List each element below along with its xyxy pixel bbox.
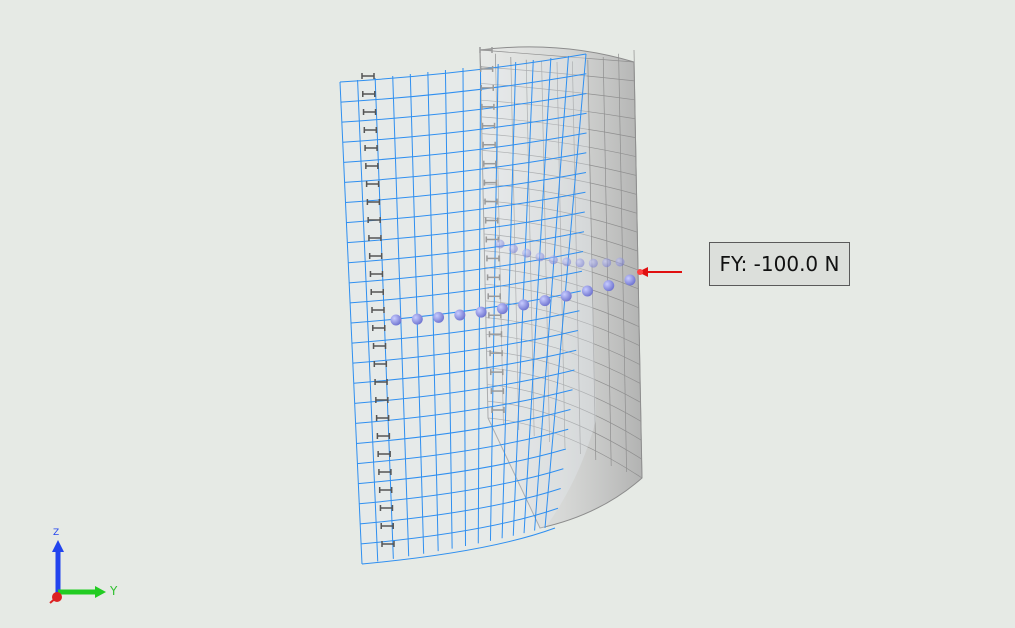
node-sphere-icon: [562, 257, 572, 267]
node-sphere-icon: [508, 244, 518, 254]
node-sphere-icon: [518, 299, 530, 311]
node-sphere-icon: [539, 295, 551, 307]
z-axis-label: Z: [53, 528, 60, 538]
node-sphere-icon: [560, 290, 572, 302]
node-sphere-icon: [522, 248, 532, 258]
node-sphere-icon: [548, 255, 558, 265]
force-arrow-icon: [637, 267, 682, 277]
node-sphere-icon: [602, 258, 612, 268]
node-sphere-icon: [411, 313, 423, 325]
node-sphere-icon: [588, 258, 598, 268]
load-value-text: FY: -100.0 N: [719, 252, 840, 276]
load-value-label: FY: -100.0 N: [709, 242, 850, 286]
model-viewport[interactable]: [0, 0, 1015, 628]
node-sphere-icon: [575, 258, 585, 268]
y-axis-label: Y: [110, 584, 118, 598]
selected-shell-surface[interactable]: [339, 53, 596, 565]
node-sphere-icon: [624, 274, 636, 286]
node-sphere-icon: [615, 257, 625, 267]
node-sphere-icon: [535, 252, 545, 262]
node-sphere-icon: [475, 306, 487, 318]
node-sphere-icon: [454, 309, 466, 321]
node-sphere-icon: [603, 280, 615, 292]
node-sphere-icon: [390, 314, 402, 326]
xyz-axis-triad-icon[interactable]: [49, 540, 106, 604]
node-sphere-icon: [496, 303, 508, 315]
node-sphere-icon: [433, 311, 445, 323]
node-sphere-icon: [581, 285, 593, 297]
node-sphere-icon: [495, 239, 505, 249]
fixed-support-icon: [361, 73, 375, 79]
